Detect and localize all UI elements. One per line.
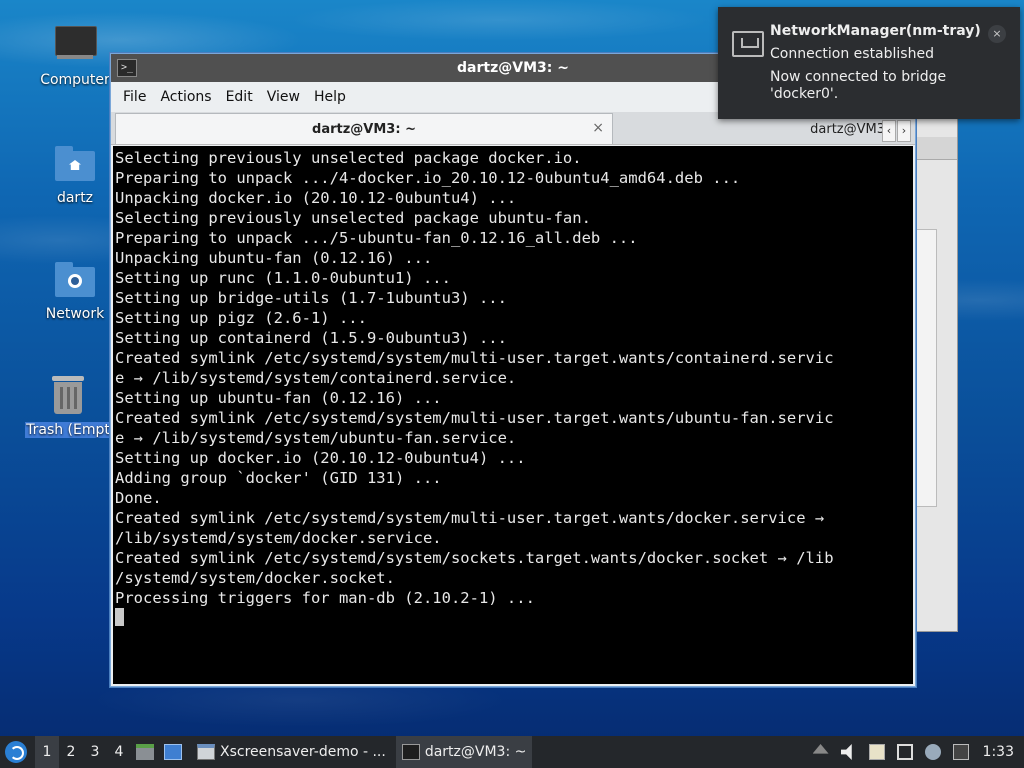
menu-view[interactable]: View <box>261 89 306 105</box>
network-wired-icon[interactable] <box>896 744 913 760</box>
terminal-line: Selecting previously unselected package … <box>115 209 591 227</box>
terminal-line: Unpacking docker.io (20.10.12-0ubuntu4) … <box>115 189 517 207</box>
eject-icon[interactable] <box>812 744 829 754</box>
terminal-cursor <box>115 608 124 626</box>
desktop-icon-trash[interactable]: Trash (Empt <box>25 374 111 438</box>
terminal-line: Adding group `docker' (GID 131) ... <box>115 469 442 487</box>
terminal-line: /lib/systemd/system/docker.service. <box>115 529 442 547</box>
workspace-1[interactable]: 1 <box>35 736 59 768</box>
task-xscreensaver[interactable]: Xscreensaver-demo - ... <box>191 736 392 768</box>
tab-scroll-arrows: ‹ › <box>882 120 911 142</box>
terminal-line: e → /lib/systemd/system/ubuntu-fan.servi… <box>115 429 517 447</box>
tab-scroll-right-button[interactable]: › <box>897 120 911 142</box>
terminal-line: e → /lib/systemd/system/containerd.servi… <box>115 369 517 387</box>
updates-icon[interactable] <box>924 744 941 760</box>
tab-active[interactable]: dartz@VM3: ~ × <box>115 113 613 144</box>
terminal-line: Done. <box>115 489 162 507</box>
terminal-line: Processing triggers for man-db (2.10.2-1… <box>115 589 535 607</box>
terminal-line: Created symlink /etc/systemd/system/mult… <box>115 409 834 427</box>
network-folder-icon <box>53 258 97 302</box>
terminal-line: Created symlink /etc/systemd/system/mult… <box>115 349 834 367</box>
network-wired-icon <box>732 31 764 57</box>
terminal-cursor-line <box>115 608 911 628</box>
workspace-3[interactable]: 3 <box>83 744 107 760</box>
screen-icon[interactable] <box>952 744 969 760</box>
notification-close-button[interactable]: × <box>988 25 1006 43</box>
notification-line-1: Connection established <box>770 46 934 62</box>
menu-file[interactable]: File <box>117 89 152 105</box>
tab-label: dartz@VM3 <box>810 121 885 137</box>
file-manager-icon[interactable] <box>136 744 154 760</box>
terminal-line: Preparing to unpack .../4-docker.io_20.1… <box>115 169 741 187</box>
terminal-icon <box>401 744 420 760</box>
window-icon <box>197 744 215 760</box>
computer-icon <box>53 24 97 68</box>
terminal-line: Setting up pigz (2.6-1) ... <box>115 309 367 327</box>
terminal-line: Selecting previously unselected package … <box>115 149 582 167</box>
taskbar: 1 2 3 4 Xscreensaver-demo - ... dartz@VM… <box>0 736 1024 768</box>
terminal-line: Created symlink /etc/systemd/system/mult… <box>115 509 825 527</box>
system-tray: 1:33 <box>807 736 1024 768</box>
terminal-line: Setting up docker.io (20.10.12-0ubuntu4)… <box>115 449 526 467</box>
terminal-line: Unpacking ubuntu-fan (0.12.16) ... <box>115 249 433 267</box>
clipboard-icon[interactable] <box>868 744 885 760</box>
task-label: Xscreensaver-demo - ... <box>220 744 386 760</box>
terminal-line: Setting up bridge-utils (1.7-1ubuntu3) .… <box>115 289 507 307</box>
workspace-2[interactable]: 2 <box>59 744 83 760</box>
terminal-output[interactable]: Selecting previously unselected package … <box>113 146 913 684</box>
workspace-4[interactable]: 4 <box>107 744 131 760</box>
menu-help[interactable]: Help <box>308 89 352 105</box>
tab-close-button[interactable]: × <box>592 120 604 136</box>
task-label: dartz@VM3: ~ <box>424 744 527 760</box>
terminal-line: /systemd/system/docker.socket. <box>115 569 395 587</box>
tab-scroll-left-button[interactable]: ‹ <box>882 120 896 142</box>
desktop-icon-label: Trash (Empt <box>25 422 111 438</box>
volume-icon[interactable] <box>840 744 852 760</box>
terminal-line: Created symlink /etc/systemd/system/sock… <box>115 549 834 567</box>
background-window-strip <box>911 137 957 160</box>
terminal-line: Setting up runc (1.1.0-0ubuntu1) ... <box>115 269 451 287</box>
clock[interactable]: 1:33 <box>983 744 1014 760</box>
task-terminal[interactable]: dartz@VM3: ~ <box>395 736 533 768</box>
menu-edit[interactable]: Edit <box>220 89 259 105</box>
start-menu-icon[interactable] <box>5 741 27 763</box>
menu-actions[interactable]: Actions <box>154 89 217 105</box>
terminal-line: Setting up ubuntu-fan (0.12.16) ... <box>115 389 442 407</box>
terminal-window[interactable]: >_ dartz@VM3: ~ File Actions Edit View H… <box>110 53 916 687</box>
tab-label: dartz@VM3: ~ <box>312 121 416 137</box>
terminal-line: Preparing to unpack .../5-ubuntu-fan_0.1… <box>115 229 638 247</box>
trash-icon <box>46 374 90 418</box>
network-notification[interactable]: NetworkManager(nm-tray) Connection estab… <box>718 7 1020 119</box>
show-desktop-icon[interactable] <box>164 744 182 760</box>
terminal-line: Setting up containerd (1.5.9-0ubuntu3) .… <box>115 329 507 347</box>
notification-line-2: Now connected to bridge 'docker0'. <box>770 69 947 102</box>
notification-title: NetworkManager(nm-tray) <box>770 23 981 39</box>
home-folder-icon <box>53 142 97 186</box>
background-window-panel <box>913 229 937 507</box>
